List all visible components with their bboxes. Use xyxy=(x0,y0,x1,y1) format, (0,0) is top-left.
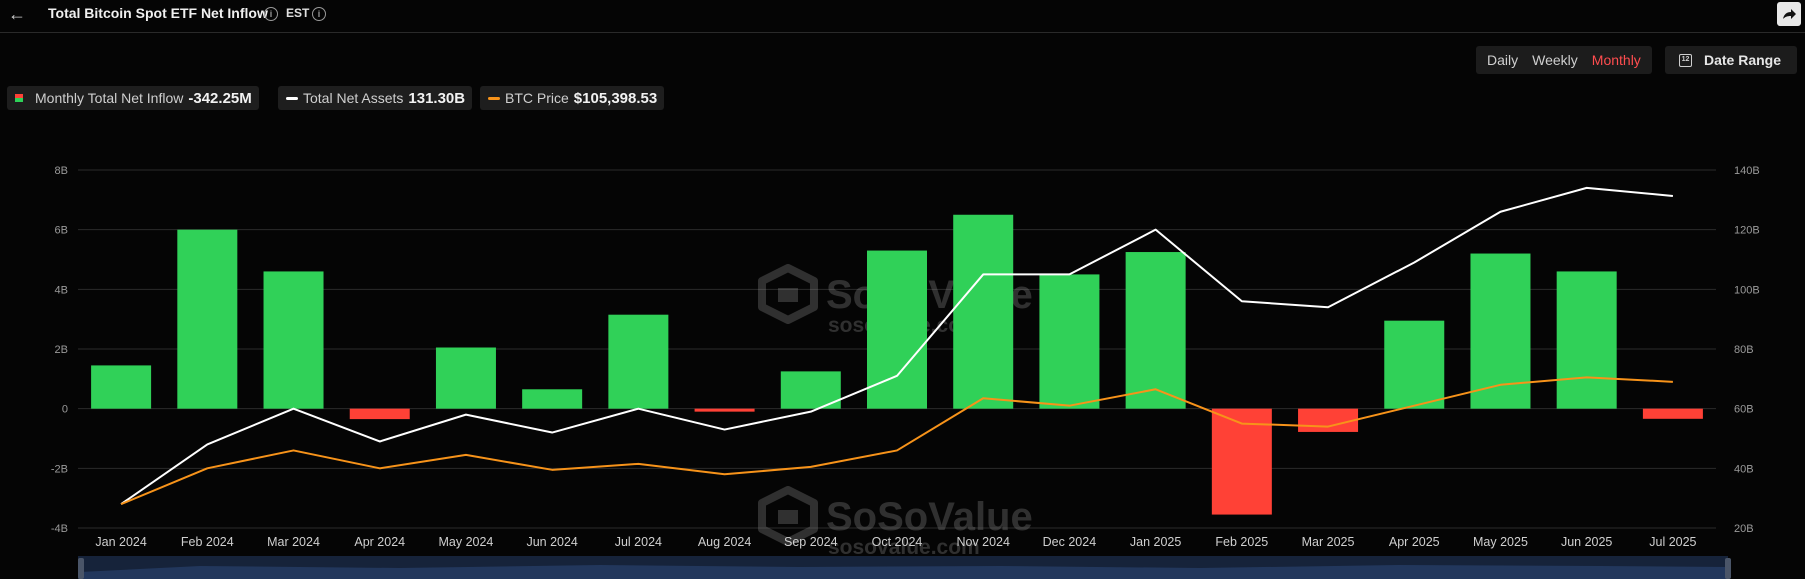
inflow-bar xyxy=(435,347,496,409)
x-axis-category-label: Sep 2024 xyxy=(784,535,838,549)
right-axis-tick-label: 80B xyxy=(1734,344,1754,356)
x-axis-category-label: Jan 2025 xyxy=(1130,535,1181,549)
x-axis-category-label: Mar 2025 xyxy=(1302,535,1355,549)
x-axis-category-label: Feb 2024 xyxy=(181,535,234,549)
x-axis-category-label: Jun 2025 xyxy=(1561,535,1612,549)
x-axis-category-label: Dec 2024 xyxy=(1043,535,1097,549)
left-axis-tick-label: 0 xyxy=(62,404,68,416)
x-axis-category-label: Oct 2024 xyxy=(872,535,923,549)
range-scrollbar[interactable] xyxy=(78,556,1731,579)
scrollbar-right-handle xyxy=(1725,558,1731,579)
etf-inflow-page: ← Total Bitcoin Spot ETF Net Inflow i ES… xyxy=(0,0,1805,579)
right-axis-tick-label: 100B xyxy=(1734,284,1760,296)
left-axis-tick-label: -2B xyxy=(51,463,68,475)
right-axis-tick-label: 120B xyxy=(1734,225,1760,237)
x-axis-category-label: Apr 2025 xyxy=(1389,535,1440,549)
right-axis-tick-label: 60B xyxy=(1734,404,1754,416)
x-axis-category-label: Jul 2024 xyxy=(615,535,662,549)
right-axis-tick-label: 20B xyxy=(1734,523,1754,535)
x-axis-category-label: May 2024 xyxy=(438,535,493,549)
left-axis-tick-label: -4B xyxy=(51,523,68,535)
x-axis-category-label: May 2025 xyxy=(1473,535,1528,549)
inflow-bar xyxy=(1125,252,1186,409)
inflow-bar xyxy=(1384,320,1445,409)
inflow-bar xyxy=(263,271,324,409)
x-axis-category-label: Feb 2025 xyxy=(1215,535,1268,549)
left-axis-tick-label: 8B xyxy=(55,165,68,177)
inflow-bar xyxy=(91,365,152,409)
left-axis-tick-label: 6B xyxy=(55,225,68,237)
bar-series xyxy=(91,214,1703,515)
inflow-bar xyxy=(349,408,410,420)
inflow-bar xyxy=(953,214,1014,409)
right-axis-tick-label: 40B xyxy=(1734,463,1754,475)
watermark-cube-icon xyxy=(778,510,798,524)
x-axis-category-label: Jul 2025 xyxy=(1649,535,1696,549)
left-axis-tick-label: 2B xyxy=(55,344,68,356)
x-axis-category-label: Aug 2024 xyxy=(698,535,752,549)
inflow-bar xyxy=(1556,271,1617,409)
x-axis-category-label: Apr 2024 xyxy=(354,535,405,549)
right-axis-tick-label: 140B xyxy=(1734,165,1760,177)
inflow-bar xyxy=(1642,408,1703,419)
inflow-bar xyxy=(522,389,583,409)
inflow-bar xyxy=(177,229,238,409)
inflow-bar xyxy=(608,314,669,409)
scrollbar-left-handle xyxy=(78,558,84,579)
x-axis-category-label: Nov 2024 xyxy=(956,535,1010,549)
inflow-bar xyxy=(694,408,755,412)
inflow-bar xyxy=(1298,408,1359,432)
x-axis-category-label: Jun 2024 xyxy=(526,535,577,549)
left-axis-tick-label: 4B xyxy=(55,284,68,296)
inflow-chart: SoSoValuesosovalue.comSoSoValuesosovalue… xyxy=(51,165,1760,579)
watermark-brand: SoSoValue xyxy=(826,495,1033,539)
inflow-bar xyxy=(1039,274,1100,409)
x-axis-category-label: Jan 2024 xyxy=(95,535,146,549)
x-axis-category-label: Mar 2024 xyxy=(267,535,320,549)
watermark-cube-icon xyxy=(778,288,798,302)
